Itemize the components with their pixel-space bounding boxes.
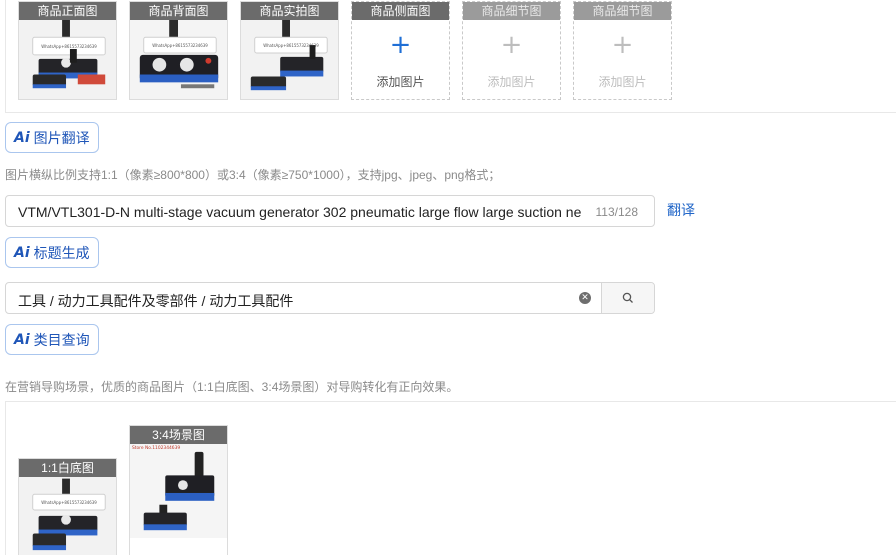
front-image-slot[interactable]: 商品正面图 WhatsApp+8615573234639: [18, 1, 117, 100]
marketing-image-hint: 在营销导购场景，优质的商品图片（1:1白底图、3:4场景图）对导购转化有正向效果…: [5, 380, 459, 394]
ai-icon: Ai: [14, 331, 30, 348]
product-title-value[interactable]: VTM/VTL301-D-N multi-stage vacuum genera…: [18, 204, 590, 220]
white-bg-image-caption: 1:1白底图: [19, 459, 116, 477]
watermark-text: WhatsApp+8615573234639: [41, 44, 97, 49]
product-title-input[interactable]: VTM/VTL301-D-N multi-stage vacuum genera…: [5, 195, 655, 227]
back-image-caption: 商品背面图: [130, 2, 227, 20]
front-image-caption: 商品正面图: [19, 2, 116, 20]
side-image-add-slot[interactable]: 商品侧面图 + 添加图片: [351, 1, 450, 100]
image-format-hint: 图片横纵比例支持1:1（像素≥800*800）或3:4（像素≥750*1000）…: [5, 168, 501, 182]
store-number-text: Store No.1102344639: [132, 445, 180, 451]
back-image-slot[interactable]: 商品背面图 WhatsApp+8615573234639: [129, 1, 228, 100]
white-bg-image-slot[interactable]: 1:1白底图 WhatsApp+8615573234639: [18, 458, 117, 555]
image-translate-button[interactable]: Ai 图片翻译: [5, 122, 99, 153]
watermark-text: WhatsApp+8615573234639: [152, 43, 208, 48]
scene-image-caption: 3:4场景图: [130, 426, 227, 444]
category-search-button[interactable]: [602, 283, 654, 313]
category-query-label: 类目查询: [33, 331, 90, 348]
scene-image-slot[interactable]: 3:4场景图 Store No.1102344639: [129, 425, 228, 555]
detail-image-caption: 商品细节图: [463, 2, 560, 20]
plus-icon: +: [500, 30, 523, 60]
detail-image-caption: 商品细节图: [574, 2, 671, 20]
title-translate-link[interactable]: 翻译: [667, 200, 695, 220]
ai-icon: Ai: [14, 129, 30, 146]
title-generate-label: 标题生成: [33, 244, 90, 261]
detail-image-add-slot-1: 商品细节图 + 添加图片: [462, 1, 561, 100]
clear-icon[interactable]: ✕: [579, 292, 591, 304]
product-photo-scene: Store No.1102344639: [130, 426, 227, 555]
plus-icon: +: [389, 30, 412, 60]
search-icon: [622, 292, 633, 303]
category-query-button[interactable]: Ai 类目查询: [5, 324, 99, 355]
detail-image-add-slot-2: 商品细节图 + 添加图片: [573, 1, 672, 100]
side-image-caption: 商品侧面图: [352, 2, 449, 20]
watermark-text: WhatsApp+8615573234639: [41, 500, 97, 505]
category-select[interactable]: 工具 / 动力工具配件及零部件 / 动力工具配件 ✕: [5, 282, 655, 314]
add-image-label: 添加图片: [598, 75, 647, 89]
image-translate-label: 图片翻译: [33, 129, 90, 146]
real-image-caption: 商品实拍图: [241, 2, 338, 20]
title-generate-button[interactable]: Ai 标题生成: [5, 237, 99, 268]
add-image-label: 添加图片: [487, 75, 536, 89]
title-char-count: 113/128: [595, 205, 639, 219]
ai-icon: Ai: [14, 244, 30, 261]
category-path: 工具 / 动力工具配件及零部件 / 动力工具配件: [18, 293, 294, 309]
real-image-slot[interactable]: 商品实拍图 WhatsApp+8615573234639: [240, 1, 339, 100]
add-image-label: 添加图片: [376, 75, 425, 89]
plus-icon: +: [611, 30, 634, 60]
